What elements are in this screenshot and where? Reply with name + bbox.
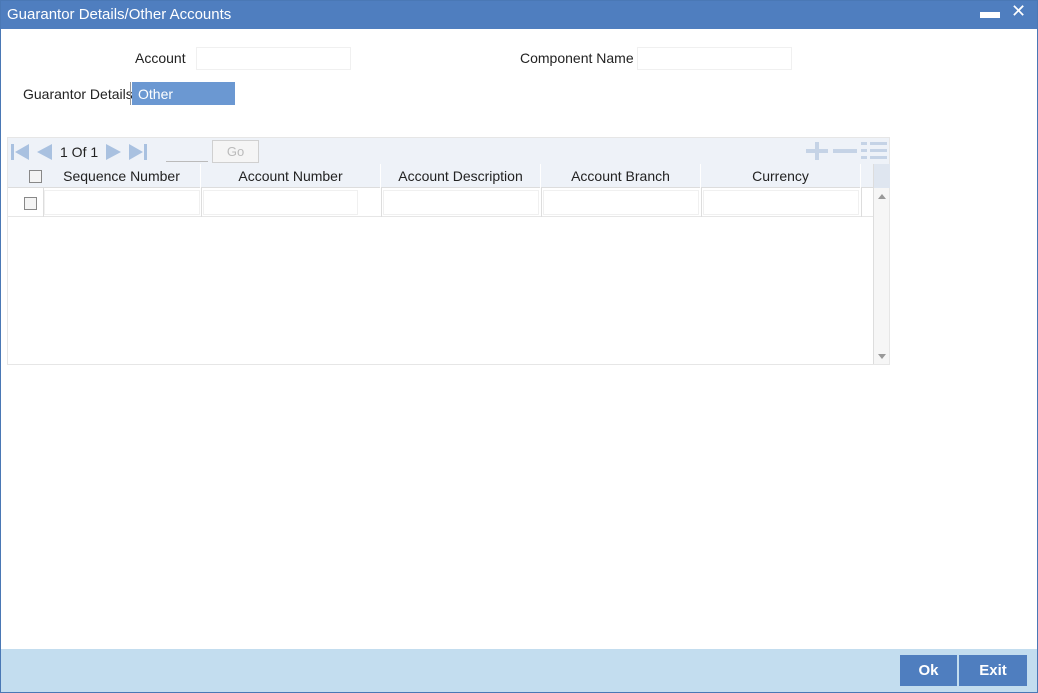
first-page-icon[interactable] bbox=[10, 142, 30, 162]
row-checkbox[interactable] bbox=[24, 197, 37, 210]
title-bar: Guarantor Details/Other Accounts ▬ ✕ bbox=[1, 1, 1037, 29]
currency-field[interactable] bbox=[703, 190, 859, 215]
account-label: Account bbox=[135, 50, 186, 66]
close-icon[interactable]: ✕ bbox=[1011, 1, 1026, 22]
delete-row-icon[interactable] bbox=[832, 141, 858, 161]
account-description-field[interactable] bbox=[383, 190, 539, 215]
other-accounts-grid: 1 Of 1 Go Sequence Number Account Number… bbox=[7, 137, 890, 365]
tab-guarantor-details[interactable]: Guarantor Details bbox=[17, 82, 139, 105]
component-name-input[interactable] bbox=[637, 47, 792, 70]
table-row bbox=[8, 188, 873, 217]
column-divider bbox=[541, 188, 542, 217]
add-row-icon[interactable] bbox=[804, 141, 830, 161]
dialog-window: Guarantor Details/Other Accounts ▬ ✕ Acc… bbox=[0, 0, 1038, 693]
column-header-account-branch[interactable]: Account Branch bbox=[541, 164, 701, 188]
tab-other-accounts[interactable]: Other Accounts bbox=[132, 82, 235, 118]
minimize-icon[interactable]: ▬ bbox=[980, 1, 1000, 24]
column-divider bbox=[861, 188, 862, 217]
scrollbar-header bbox=[874, 164, 890, 188]
column-divider bbox=[381, 188, 382, 217]
single-record-view-icon[interactable] bbox=[860, 141, 888, 161]
go-button[interactable]: Go bbox=[212, 140, 259, 163]
tab-divider bbox=[130, 82, 131, 105]
column-divider bbox=[43, 188, 44, 217]
exit-button[interactable]: Exit bbox=[959, 655, 1027, 686]
page-number-input[interactable] bbox=[166, 144, 208, 162]
footer-bar: Ok Exit bbox=[1, 649, 1037, 692]
column-header-account-number[interactable]: Account Number bbox=[201, 164, 381, 188]
column-divider bbox=[701, 188, 702, 217]
account-branch-field[interactable] bbox=[543, 190, 699, 215]
previous-page-icon[interactable] bbox=[34, 142, 54, 162]
window-title: Guarantor Details/Other Accounts bbox=[7, 6, 232, 23]
select-all-checkbox[interactable] bbox=[29, 170, 42, 183]
scroll-up-icon[interactable] bbox=[878, 194, 886, 199]
next-page-icon[interactable] bbox=[104, 142, 124, 162]
scroll-down-icon[interactable] bbox=[878, 354, 886, 359]
grid-scrollbar[interactable] bbox=[873, 164, 890, 364]
account-input[interactable] bbox=[196, 47, 351, 70]
column-header-account-description[interactable]: Account Description bbox=[381, 164, 541, 188]
column-header-currency[interactable]: Currency bbox=[701, 164, 861, 188]
grid-toolbar: 1 Of 1 Go bbox=[8, 138, 889, 164]
component-name-label: Component Name bbox=[520, 50, 634, 66]
column-header-sequence-number[interactable]: Sequence Number bbox=[43, 164, 201, 188]
ok-button[interactable]: Ok bbox=[900, 655, 957, 686]
sequence-number-field[interactable] bbox=[44, 190, 200, 215]
column-divider bbox=[201, 188, 202, 217]
pager-text: 1 Of 1 bbox=[60, 144, 99, 160]
account-number-field[interactable] bbox=[203, 190, 358, 215]
grid-header-row: Sequence Number Account Number Account D… bbox=[8, 164, 873, 188]
last-page-icon[interactable] bbox=[128, 142, 148, 162]
